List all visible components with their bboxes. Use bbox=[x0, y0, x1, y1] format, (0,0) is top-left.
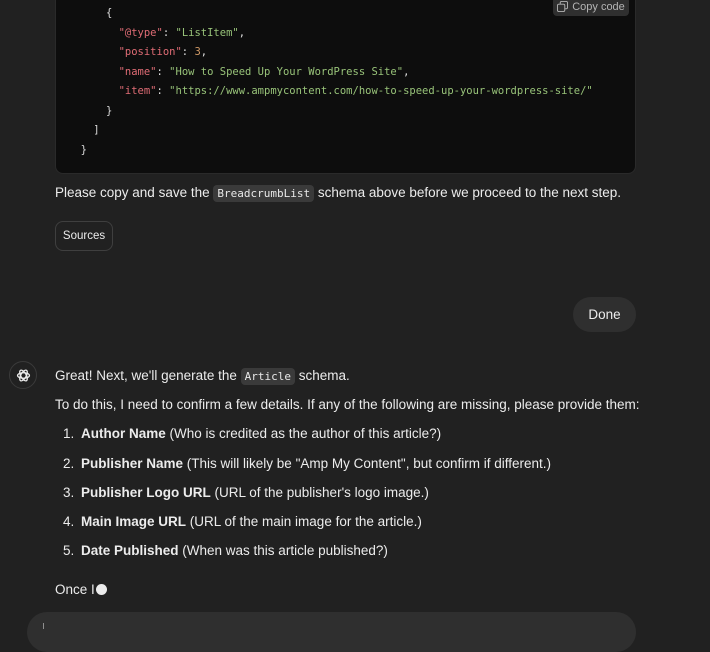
list-item-description: (Who is credited as the author of this a… bbox=[165, 426, 442, 441]
code-token: , bbox=[200, 46, 208, 58]
list-item-description: (This will likely be "Amp My Content", b… bbox=[183, 456, 552, 471]
code-line: { bbox=[68, 4, 593, 24]
code-line: "position": 3, bbox=[68, 43, 593, 63]
code-token: : bbox=[156, 85, 170, 97]
list-item-number: 5. bbox=[63, 543, 75, 558]
code-token: } bbox=[80, 143, 87, 156]
code-token: "item" bbox=[118, 85, 157, 97]
copy-instruction-text: Please copy and save the BreadcrumbList … bbox=[55, 185, 622, 202]
code-token: "ListItem" bbox=[175, 26, 239, 39]
list-item-title: Author Name bbox=[81, 426, 166, 441]
code-token: "How to Speed Up Your WordPress Site" bbox=[169, 65, 404, 78]
list-item: 2. Publisher Name (This will likely be "A… bbox=[63, 456, 551, 471]
code-token: "https://www.ampmycontent.com/how-to-spe… bbox=[169, 85, 593, 97]
intro-after: schema. bbox=[295, 368, 350, 383]
code-token: "@type" bbox=[118, 26, 163, 39]
streaming-text: Once I bbox=[55, 582, 107, 597]
code-token: , bbox=[238, 26, 246, 39]
assistant-avatar bbox=[9, 361, 37, 389]
message-composer[interactable] bbox=[27, 612, 636, 652]
code-line: "@type": "ListItem", bbox=[68, 24, 593, 44]
list-item-description: (When was this article published?) bbox=[178, 543, 388, 558]
text-caret bbox=[43, 623, 44, 629]
code-token: : bbox=[181, 46, 195, 58]
list-item-number: 4. bbox=[63, 514, 75, 529]
code-line: } bbox=[68, 141, 593, 161]
list-item: 1. Author Name (Who is credited as the au… bbox=[63, 426, 441, 441]
code-token: } bbox=[105, 104, 113, 117]
code-token: { bbox=[105, 7, 113, 19]
code-token: ] bbox=[93, 124, 100, 136]
list-item-title: Date Published bbox=[81, 543, 179, 558]
intro-before: Great! Next, we'll generate the bbox=[55, 368, 241, 383]
list-item: 5. Date Published (When was this article … bbox=[63, 543, 388, 558]
list-item-title: Publisher Logo URL bbox=[81, 485, 211, 500]
openai-logo-icon bbox=[16, 369, 30, 381]
inline-code-breadcrumblist: BreadcrumbList bbox=[213, 185, 315, 202]
inline-code-article: Article bbox=[240, 368, 296, 385]
copy-instruction-after: schema above before we proceed to the ne… bbox=[314, 185, 622, 200]
copy-instruction-before: Please copy and save the bbox=[55, 185, 214, 200]
code-line: } bbox=[68, 102, 593, 122]
list-item: 3. Publisher Logo URL (URL of the publish… bbox=[63, 485, 429, 500]
list-item-title: Publisher Name bbox=[81, 456, 184, 471]
code-token: "position" bbox=[118, 46, 182, 58]
code-token: , bbox=[403, 65, 410, 78]
code-token: : bbox=[156, 65, 170, 78]
streaming-text-content: Once I bbox=[55, 582, 95, 597]
assistant-intro-text: Great! Next, we'll generate the Article … bbox=[55, 368, 350, 385]
code-line: ] bbox=[68, 121, 593, 141]
list-item-description: (URL of the main image for the article.) bbox=[186, 514, 422, 529]
list-item-number: 3. bbox=[63, 485, 75, 500]
streaming-cursor-icon bbox=[95, 584, 107, 595]
code-line: "name": "How to Speed Up Your WordPress … bbox=[68, 63, 593, 83]
list-item-number: 1. bbox=[63, 426, 75, 441]
list-item-number: 2. bbox=[63, 456, 75, 471]
code-line: "item": "https://www.ampmycontent.com/ho… bbox=[68, 82, 593, 102]
code-token: "name" bbox=[118, 65, 157, 78]
code-content: { "@type": "ListItem", "position": 3, "n… bbox=[68, 4, 593, 160]
list-item: 4. Main Image URL (URL of the main image … bbox=[63, 514, 422, 529]
code-token: : bbox=[162, 26, 176, 39]
assistant-confirm-text: To do this, I need to confirm a few deta… bbox=[55, 397, 640, 412]
list-item-title: Main Image URL bbox=[81, 514, 187, 529]
user-message-bubble: Done bbox=[573, 297, 636, 332]
sources-button[interactable]: Sources bbox=[55, 221, 113, 251]
list-item-description: (URL of the publisher's logo image.) bbox=[210, 485, 429, 500]
